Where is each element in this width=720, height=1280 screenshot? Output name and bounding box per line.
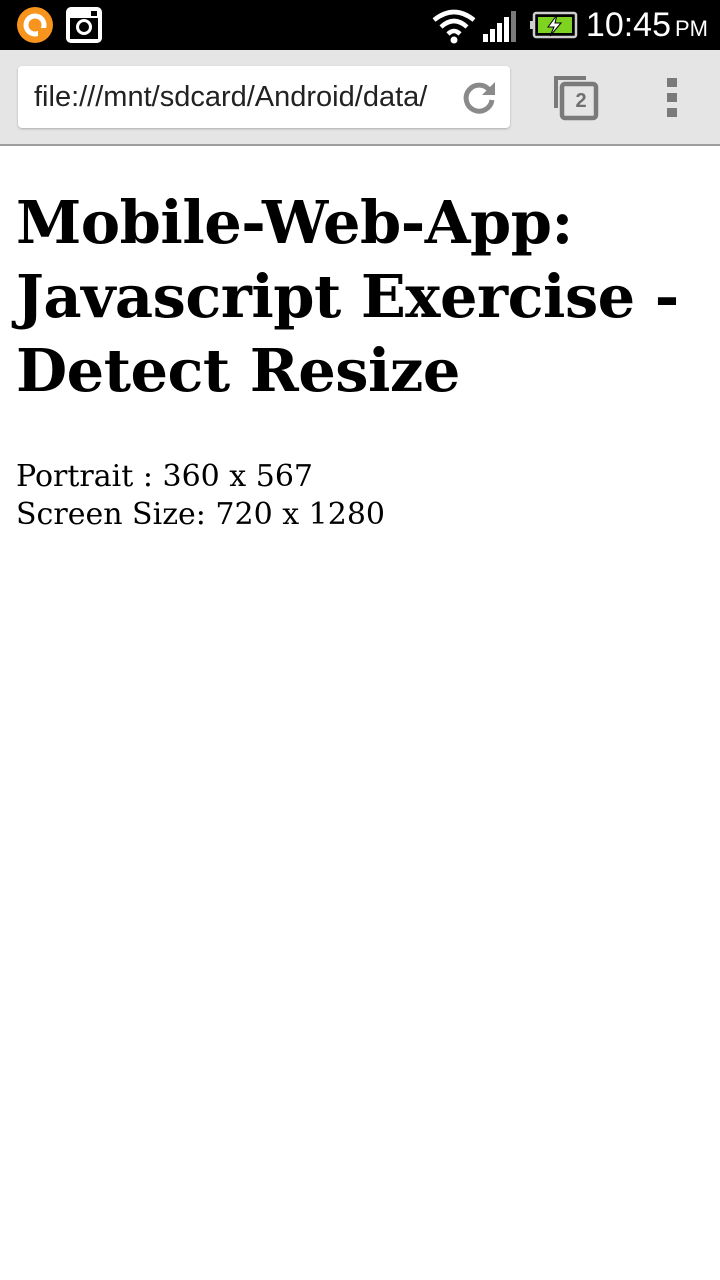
wifi-icon [432, 8, 476, 44]
url-text[interactable]: file:///mnt/sdcard/Android/data/ [34, 66, 446, 128]
signal-icon [482, 8, 518, 44]
url-bar[interactable]: file:///mnt/sdcard/Android/data/ [18, 66, 510, 128]
time-value: 10:45 [585, 6, 671, 44]
resize-info: Portrait : 360 x 567 Screen Size: 720 x … [16, 458, 704, 534]
app-notification-icon [16, 6, 54, 44]
status-time: 10:45 PM [586, 4, 708, 46]
browser-toolbar: file:///mnt/sdcard/Android/data/ 2 [0, 50, 720, 146]
battery-charging-icon [530, 8, 578, 42]
time-ampm: PM [675, 16, 708, 41]
orientation-line: Portrait : 360 x 567 [16, 459, 313, 494]
tabs-button[interactable]: 2 [552, 74, 600, 122]
screen-size-line: Screen Size: 720 x 1280 [16, 497, 386, 532]
instagram-icon [65, 6, 103, 44]
web-page-content: Mobile-Web-App: Javascript Exercise - De… [0, 146, 720, 534]
overflow-menu-button[interactable] [658, 76, 686, 120]
page-title: Mobile-Web-App: Javascript Exercise - De… [16, 188, 679, 405]
tab-count: 2 [575, 90, 587, 112]
status-bar: 10:45 PM [0, 0, 720, 50]
reload-icon[interactable] [460, 78, 498, 116]
